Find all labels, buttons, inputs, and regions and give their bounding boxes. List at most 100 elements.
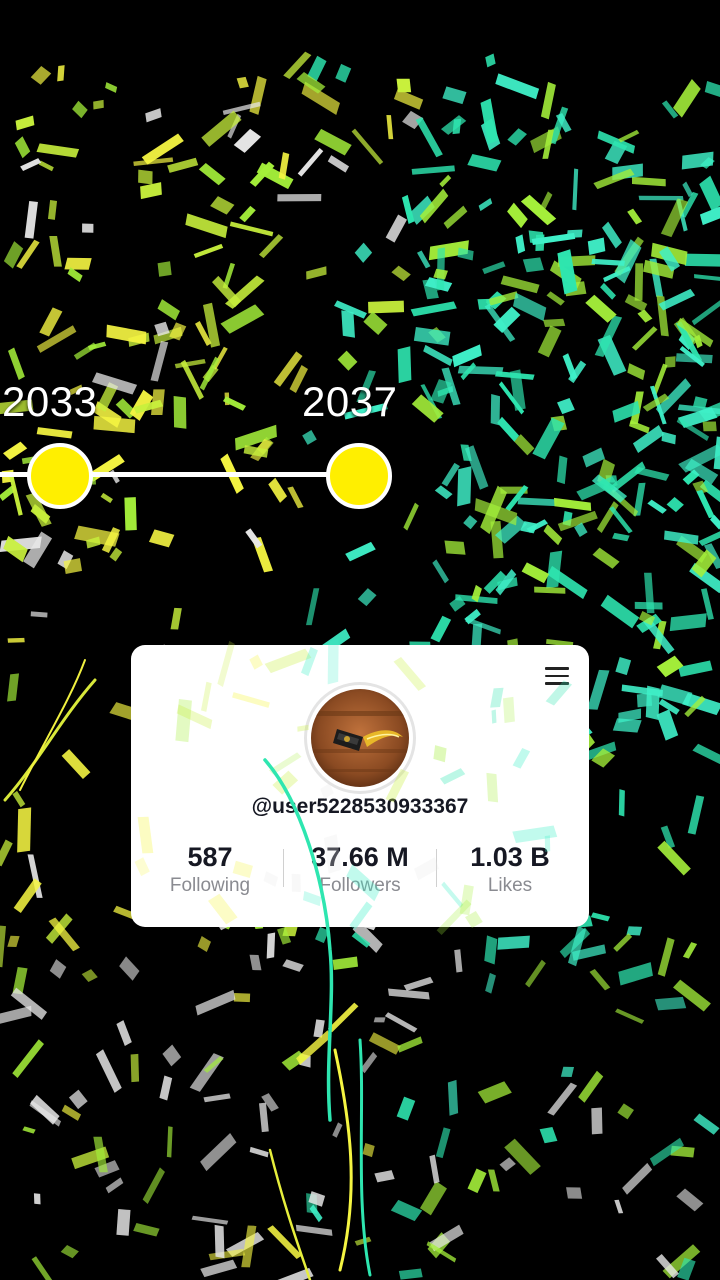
confetti-piece bbox=[467, 154, 502, 172]
confetti-piece bbox=[454, 949, 463, 973]
confetti-piece bbox=[7, 673, 20, 702]
confetti-piece bbox=[442, 86, 467, 105]
stat-following-value: 587 bbox=[187, 842, 233, 872]
confetti-piece bbox=[266, 932, 276, 959]
confetti-piece bbox=[521, 562, 550, 584]
confetti-piece bbox=[157, 261, 172, 277]
confetti-piece bbox=[166, 1126, 173, 1158]
stat-following-label: Following bbox=[169, 875, 251, 896]
confetti-piece bbox=[220, 304, 265, 334]
timeline-marker-left[interactable] bbox=[27, 443, 93, 509]
confetti-piece bbox=[543, 318, 566, 328]
confetti-piece bbox=[411, 165, 455, 175]
confetti-piece bbox=[499, 1157, 516, 1172]
confetti-piece bbox=[612, 532, 630, 542]
confetti-piece bbox=[357, 588, 377, 607]
confetti-piece bbox=[467, 1168, 487, 1194]
timeline-marker-right[interactable] bbox=[326, 443, 392, 509]
confetti-piece bbox=[618, 129, 640, 143]
confetti-piece bbox=[30, 1094, 60, 1125]
stat-following[interactable]: 587 Following bbox=[135, 841, 285, 899]
confetti-piece bbox=[587, 669, 610, 710]
confetti-piece bbox=[618, 962, 653, 986]
confetti-piece bbox=[654, 996, 687, 1011]
confetti-piece bbox=[345, 541, 376, 562]
confetti-piece bbox=[368, 300, 405, 314]
confetti-piece bbox=[239, 205, 256, 223]
confetti-piece bbox=[57, 65, 65, 82]
confetti-piece bbox=[627, 208, 643, 225]
confetti-piece bbox=[38, 160, 54, 172]
video-stage: 2033 2037 @user5228530933367 587 Followi… bbox=[0, 0, 720, 1280]
confetti-piece bbox=[600, 594, 640, 629]
confetti-piece bbox=[410, 301, 457, 317]
confetti-piece bbox=[61, 749, 91, 779]
confetti-piece bbox=[566, 1187, 583, 1199]
confetti-piece bbox=[305, 588, 320, 626]
confetti-piece bbox=[504, 1138, 541, 1175]
confetti-piece bbox=[7, 637, 25, 643]
confetti-piece bbox=[0, 925, 6, 968]
confetti-piece bbox=[591, 258, 626, 266]
confetti-piece bbox=[403, 976, 434, 991]
profile-card: @user5228530933367 587 Following 37.66 M… bbox=[131, 645, 589, 927]
confetti-piece bbox=[297, 148, 324, 177]
confetti-piece bbox=[198, 162, 226, 186]
confetti-piece bbox=[214, 1224, 225, 1259]
confetti-piece bbox=[600, 282, 616, 300]
confetti-piece bbox=[444, 540, 466, 555]
confetti-piece bbox=[0, 1005, 32, 1027]
confetti-piece bbox=[249, 1146, 269, 1158]
confetti-piece bbox=[33, 1193, 41, 1205]
avatar[interactable] bbox=[311, 689, 409, 787]
stat-followers[interactable]: 37.66 M Followers bbox=[285, 841, 435, 899]
confetti-piece bbox=[436, 247, 446, 291]
confetti-piece bbox=[416, 250, 431, 269]
confetti-piece bbox=[36, 143, 80, 158]
confetti-piece bbox=[197, 936, 212, 953]
confetti-piece bbox=[525, 959, 546, 988]
confetti-piece bbox=[693, 1113, 720, 1135]
profile-stats: 587 Following 37.66 M Followers 1.03 B L… bbox=[131, 841, 589, 905]
confetti-piece bbox=[109, 547, 123, 562]
confetti-piece bbox=[354, 1236, 372, 1246]
confetti-piece bbox=[368, 1032, 401, 1055]
confetti-piece bbox=[337, 350, 358, 371]
confetti-piece bbox=[259, 1102, 269, 1133]
confetti-piece bbox=[439, 174, 452, 188]
confetti-piece bbox=[546, 291, 565, 306]
confetti-piece bbox=[49, 959, 67, 979]
timeline-year-right: 2037 bbox=[302, 378, 398, 425]
confetti-piece bbox=[148, 529, 175, 548]
confetti-piece bbox=[391, 265, 411, 282]
confetti-piece bbox=[130, 1053, 140, 1083]
confetti-piece bbox=[116, 1020, 132, 1046]
confetti-piece bbox=[477, 1081, 512, 1104]
confetti-piece bbox=[277, 193, 322, 202]
stat-followers-value: 37.66 M bbox=[311, 842, 409, 872]
confetti-piece bbox=[60, 1244, 79, 1259]
confetti-piece bbox=[159, 1075, 173, 1101]
confetti-piece bbox=[341, 310, 355, 338]
confetti-piece bbox=[485, 972, 496, 994]
confetti-piece bbox=[691, 298, 720, 326]
stat-likes[interactable]: 1.03 B Likes bbox=[435, 841, 585, 899]
confetti-piece bbox=[249, 954, 262, 971]
confetti-piece bbox=[617, 1103, 634, 1120]
confetti-piece bbox=[500, 275, 540, 294]
confetti-piece bbox=[419, 1181, 447, 1216]
confetti-piece bbox=[0, 839, 13, 867]
confetti-piece bbox=[634, 263, 644, 301]
confetti-piece bbox=[681, 151, 714, 170]
confetti-piece bbox=[39, 307, 63, 337]
confetti-piece bbox=[433, 268, 448, 280]
confetti-piece bbox=[657, 937, 675, 977]
menu-icon[interactable] bbox=[545, 667, 569, 687]
confetti-piece bbox=[17, 807, 32, 853]
username[interactable]: @user5228530933367 bbox=[131, 795, 589, 819]
confetti-piece bbox=[560, 1066, 575, 1077]
confetti-piece bbox=[354, 242, 373, 263]
confetti-piece bbox=[105, 1177, 124, 1194]
confetti-piece bbox=[22, 1126, 36, 1134]
confetti-piece bbox=[12, 1039, 45, 1079]
